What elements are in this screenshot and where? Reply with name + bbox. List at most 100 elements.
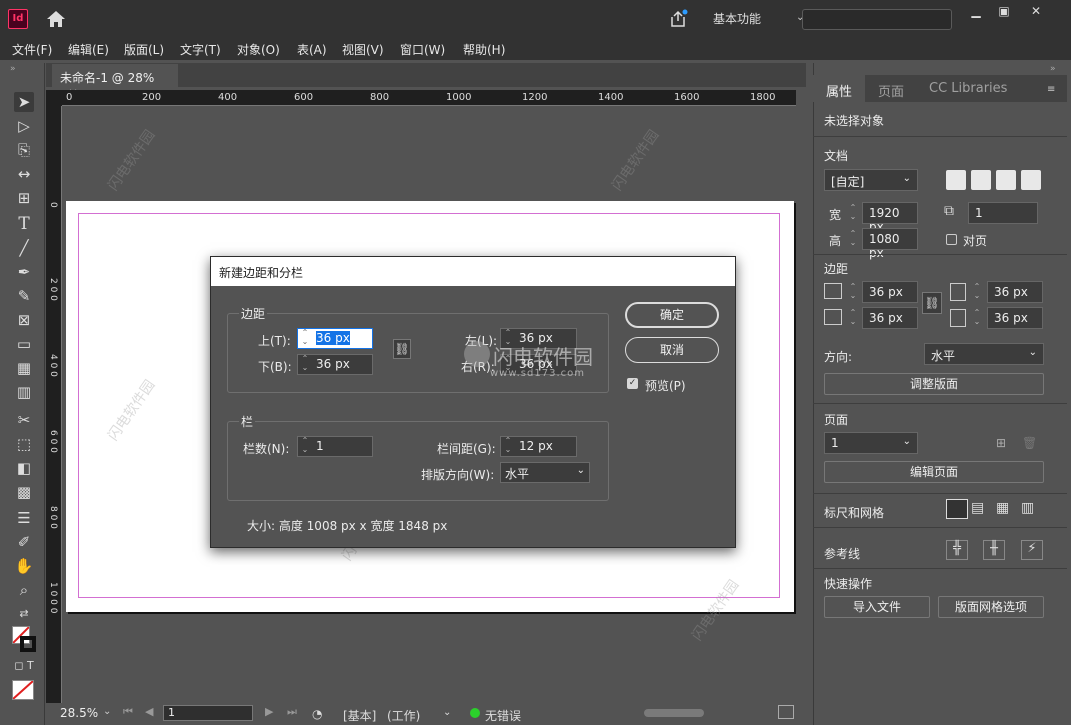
menu-help[interactable]: 帮助(H) [463, 41, 505, 58]
formatting-affects-container-icon[interactable]: ◻ T [14, 656, 34, 676]
intent-web-icon[interactable] [971, 170, 991, 190]
smart-guides-icon[interactable]: ⚡ [1021, 540, 1043, 560]
import-file-button[interactable]: 导入文件 [824, 596, 930, 618]
first-page-icon[interactable]: ⏮ [123, 705, 133, 719]
show-guides-icon[interactable]: ╬ [946, 540, 968, 560]
preflight-icon[interactable]: ◔ [312, 707, 322, 721]
bottom-margin-stepper[interactable]: ⌃ ⌄ [298, 354, 312, 374]
margin-bottom-stepper[interactable]: ⌃ ⌄ [846, 308, 860, 328]
horizontal-ruler[interactable]: 0 200 400 600 800 1000 1200 1400 1600 18… [62, 90, 796, 106]
pencil-tool-icon[interactable]: ✎ [14, 286, 34, 306]
next-page-icon[interactable]: ▶ [265, 705, 273, 718]
gutter-stepper[interactable]: ⌃ ⌄ [501, 436, 515, 456]
menu-edit[interactable]: 编辑(E) [68, 41, 109, 58]
rectangle-tool-icon[interactable]: ▭ [14, 334, 34, 354]
free-transform-tool-icon[interactable]: ⬚ [14, 434, 34, 454]
orientation-select[interactable]: 水平 ⌄ [924, 343, 1044, 365]
width-stepper[interactable]: ⌃ ⌄ [846, 203, 860, 223]
apply-none-icon[interactable] [12, 680, 34, 700]
pen-tool-icon[interactable]: ✒ [14, 262, 34, 282]
tab-pages[interactable]: 页面 [878, 81, 904, 100]
grid-tool-icon[interactable]: ▥ [14, 382, 34, 402]
collapse-panel-icon[interactable]: » [1050, 64, 1056, 74]
search-input[interactable] [802, 9, 952, 30]
baseline-grid-icon[interactable]: ▤ [971, 500, 984, 516]
split-view-icon[interactable] [778, 705, 794, 719]
cancel-button[interactable]: 取消 [625, 337, 719, 363]
menu-file[interactable]: 文件(F) [12, 41, 52, 58]
document-preset-select[interactable]: [自定] ⌄ [824, 169, 918, 191]
page-number-field[interactable]: 1 [163, 705, 253, 721]
column-count-stepper[interactable]: ⌃ ⌄ [298, 436, 312, 456]
margin-top-field[interactable]: 36 px [862, 281, 918, 303]
margin-bottom-field[interactable]: 36 px [862, 307, 918, 329]
top-margin-stepper[interactable]: ⌃ ⌄ [298, 328, 312, 348]
ruler-toggle-icon[interactable] [946, 499, 968, 519]
chevron-down-icon[interactable]: ⌄ [443, 707, 451, 718]
page-select[interactable]: 1 ⌄ [824, 432, 918, 454]
tab-cc-libraries[interactable]: CC Libraries [929, 81, 1007, 96]
close-window-button[interactable]: ✕ [1024, 4, 1048, 18]
layout-grid-icon[interactable]: ▥ [1021, 500, 1034, 516]
workspace-switcher[interactable]: 基本功能 [713, 10, 761, 27]
zoom-dropdown-icon[interactable]: ⌄ [103, 706, 111, 717]
menu-layout[interactable]: 版面(L) [124, 41, 164, 58]
zoom-level[interactable]: 28.5% [60, 706, 98, 720]
last-page-icon[interactable]: ⏭ [287, 705, 297, 719]
collapse-toolbox-icon[interactable]: » [10, 64, 16, 74]
home-icon[interactable] [46, 10, 66, 28]
portrait-orientation-icon[interactable] [996, 170, 1016, 190]
scissors-tool-icon[interactable]: ✂ [14, 410, 34, 430]
gradient-feather-tool-icon[interactable]: ▩ [14, 482, 34, 502]
line-tool-icon[interactable]: ╱ [14, 238, 34, 258]
ok-button[interactable]: 确定 [625, 302, 719, 328]
margin-left-stepper[interactable]: ⌃ ⌄ [970, 282, 984, 302]
menu-window[interactable]: 窗口(W) [400, 41, 445, 58]
vertical-ruler[interactable]: 0 2 0 0 4 0 0 6 0 0 8 0 0 1 0 0 0 [46, 106, 62, 704]
hand-tool-icon[interactable]: ✋ [14, 556, 34, 576]
gap-tool-icon[interactable]: ↔ [14, 164, 34, 184]
adjust-layout-button[interactable]: 调整版面 [824, 373, 1044, 395]
table-tool-icon[interactable]: ▦ [14, 358, 34, 378]
edit-page-button[interactable]: 编辑页面 [824, 461, 1044, 483]
menu-type[interactable]: 文字(T) [180, 41, 221, 58]
link-margins-icon[interactable]: ⛓ [922, 292, 942, 314]
link-margins-icon[interactable]: ⛓ [393, 339, 411, 359]
height-field[interactable]: 1080 px [862, 228, 918, 260]
width-field[interactable]: 1920 px [862, 202, 918, 234]
tab-properties[interactable]: 属性 [826, 81, 852, 100]
direction-select[interactable]: 水平 ⌄ [500, 462, 590, 483]
menu-object[interactable]: 对象(O) [237, 41, 280, 58]
landscape-orientation-icon[interactable] [1021, 170, 1041, 190]
rectangle-frame-tool-icon[interactable]: ⊠ [14, 310, 34, 330]
intent-print-icon[interactable] [946, 170, 966, 190]
stroke-swatch[interactable] [20, 636, 36, 652]
preview-checkbox[interactable]: ✓ [627, 378, 638, 389]
menu-table[interactable]: 表(A) [297, 41, 327, 58]
ruler-origin[interactable] [46, 90, 62, 106]
page-tool-icon[interactable]: ⎘ [14, 140, 34, 160]
margin-top-stepper[interactable]: ⌃ ⌄ [846, 282, 860, 302]
panel-menu-icon[interactable]: ≡ [1047, 84, 1055, 95]
previous-page-icon[interactable]: ◀ [145, 705, 153, 718]
margin-right-stepper[interactable]: ⌃ ⌄ [970, 308, 984, 328]
content-collector-icon[interactable]: ⊞ [14, 188, 34, 208]
minimize-button[interactable]: ▁ [964, 4, 988, 18]
direct-selection-tool-icon[interactable]: ▷ [14, 116, 34, 136]
swap-fill-stroke-icon[interactable]: ⇄ [14, 604, 34, 624]
delete-page-icon[interactable]: 🗑 [1022, 436, 1037, 450]
new-page-icon[interactable]: ⊞ [996, 436, 1006, 450]
document-tab[interactable]: 未命名-1 @ 28% × [52, 64, 178, 100]
eyedropper-tool-icon[interactable]: ✐ [14, 532, 34, 552]
facing-pages-checkbox[interactable] [946, 234, 957, 245]
selection-tool-icon[interactable]: ➤ [14, 92, 34, 112]
document-grid-icon[interactable]: ▦ [996, 500, 1009, 516]
type-tool-icon[interactable]: T [14, 214, 34, 234]
horizontal-scrollbar-thumb[interactable] [644, 709, 704, 717]
maximize-button[interactable]: ▣ [992, 4, 1016, 18]
note-tool-icon[interactable]: ☰ [14, 508, 34, 528]
pages-count-field[interactable]: 1 [968, 202, 1038, 224]
height-stepper[interactable]: ⌃ ⌄ [846, 229, 860, 249]
margin-left-field[interactable]: 36 px [987, 281, 1043, 303]
menu-view[interactable]: 视图(V) [342, 41, 384, 58]
